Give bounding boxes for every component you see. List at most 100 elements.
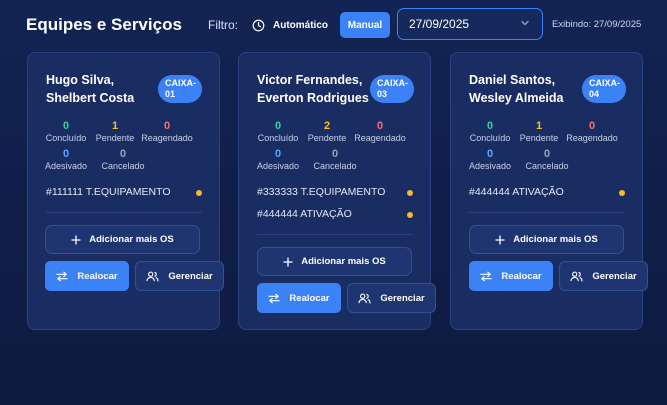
stat-value: 2 — [323, 120, 331, 132]
stat-value: 0 — [62, 148, 70, 160]
box-badge-number: 03 — [377, 89, 388, 99]
stat-value: 1 — [111, 120, 119, 132]
plus-icon — [283, 256, 293, 267]
stat-label: Concluído — [45, 133, 87, 143]
date-select[interactable]: 27/09/2025 — [397, 8, 543, 40]
stat-reagendado: 0 Reagendado — [561, 120, 623, 144]
box-badge-number: 04 — [589, 89, 600, 99]
stat-cancelado: 0 Cancelado — [522, 148, 572, 172]
add-order-label: Adicionar mais OS — [89, 234, 174, 245]
stat-label: Cancelado — [525, 161, 569, 171]
team-card: Daniel Santos, Wesley Almeida CAIXA- 04 … — [450, 52, 648, 330]
box-badge-prefix: CAIXA- — [165, 78, 196, 88]
stat-value: 0 — [62, 120, 70, 132]
reallocate-button[interactable]: Realocar — [257, 283, 341, 313]
pending-dot-icon — [407, 190, 413, 196]
team-card: Hugo Silva, Shelbert Costa CAIXA- 01 0 C… — [27, 52, 224, 330]
team-member-2: Wesley Almeida — [469, 91, 564, 105]
stat-label: Concluído — [257, 133, 299, 143]
stat-pendente: 2 Pendente — [302, 120, 352, 144]
team-members: Daniel Santos, Wesley Almeida — [469, 71, 564, 107]
add-order-label: Adicionar mais OS — [301, 256, 386, 267]
stat-label: Pendente — [307, 133, 347, 143]
swap-icon — [56, 271, 69, 282]
team-member-1: Victor Fernandes, — [257, 73, 363, 87]
stat-pendente: 1 Pendente — [514, 120, 564, 144]
stat-value: 0 — [486, 148, 494, 160]
add-order-label: Adicionar mais OS — [513, 234, 598, 245]
stat-label: Cancelado — [313, 161, 357, 171]
stat-value: 0 — [376, 120, 384, 132]
service-order[interactable]: #333333 T.EQUIPAMENTO — [257, 186, 385, 198]
reallocate-button[interactable]: Realocar — [469, 261, 553, 291]
users-icon — [146, 271, 159, 282]
manual-filter-button[interactable]: Manual — [340, 12, 390, 38]
clock-icon — [252, 19, 265, 32]
stat-value: 0 — [543, 148, 551, 160]
divider — [257, 234, 413, 235]
auto-filter-label: Automático — [273, 19, 328, 31]
stat-label: Pendente — [519, 133, 559, 143]
stat-label: Reagendado — [141, 133, 193, 143]
swap-icon — [480, 271, 493, 282]
add-order-button[interactable]: Adicionar mais OS — [45, 225, 200, 254]
add-order-button[interactable]: Adicionar mais OS — [257, 247, 412, 276]
box-badge: CAIXA- 01 — [158, 75, 202, 103]
stat-label: Concluído — [469, 133, 511, 143]
auto-filter-button[interactable]: Automático — [252, 13, 328, 37]
stat-value: 0 — [588, 120, 596, 132]
users-icon — [570, 271, 583, 282]
add-order-button[interactable]: Adicionar mais OS — [469, 225, 624, 254]
stat-label: Reagendado — [566, 133, 618, 143]
service-order[interactable]: #444444 ATIVAÇÃO — [257, 208, 352, 220]
showing-date: Exibindo: 27/09/2025 — [552, 19, 642, 30]
stat-cancelado: 0 Cancelado — [98, 148, 148, 172]
box-badge-prefix: CAIXA- — [377, 78, 408, 88]
manage-button[interactable]: Gerenciar — [135, 261, 224, 291]
divider — [46, 212, 202, 213]
service-order[interactable]: #111111 T.EQUIPAMENTO — [46, 186, 171, 198]
pending-dot-icon — [196, 190, 202, 196]
service-order[interactable]: #444444 ATIVAÇÃO — [469, 186, 564, 198]
team-members: Hugo Silva, Shelbert Costa — [46, 71, 134, 107]
team-member-1: Hugo Silva, — [46, 73, 115, 87]
stat-concluido: 0 Concluído — [252, 120, 304, 144]
stat-adesivado: 0 Adesivado — [253, 148, 303, 172]
box-badge: CAIXA- 03 — [370, 75, 414, 103]
stat-label: Cancelado — [101, 161, 145, 171]
manage-label: Gerenciar — [592, 270, 637, 282]
stat-pendente: 1 Pendente — [90, 120, 140, 144]
stat-adesivado: 0 Adesivado — [465, 148, 515, 172]
stat-cancelado: 0 Cancelado — [310, 148, 360, 172]
users-icon — [358, 293, 371, 304]
pending-dot-icon — [619, 190, 625, 196]
reallocate-label: Realocar — [77, 270, 118, 282]
stat-value: 1 — [535, 120, 543, 132]
stat-value: 0 — [486, 120, 494, 132]
box-badge-prefix: CAIXA- — [589, 78, 620, 88]
stat-reagendado: 0 Reagendado — [349, 120, 411, 144]
stat-label: Adesivado — [44, 161, 88, 171]
pending-dot-icon — [407, 212, 413, 218]
manage-label: Gerenciar — [168, 270, 213, 282]
top-bar: Equipes e Serviços Filtro: Automático Ma… — [0, 0, 667, 52]
manage-button[interactable]: Gerenciar — [559, 261, 648, 291]
stat-label: Pendente — [95, 133, 135, 143]
stat-concluido: 0 Concluído — [40, 120, 92, 144]
team-member-1: Daniel Santos, — [469, 73, 556, 87]
box-badge: CAIXA- 04 — [582, 75, 626, 103]
filter-label: Filtro: — [208, 18, 238, 32]
stat-adesivado: 0 Adesivado — [41, 148, 91, 172]
stat-value: 0 — [274, 148, 282, 160]
stat-value: 0 — [119, 148, 127, 160]
stat-label: Adesivado — [256, 161, 300, 171]
stat-value: 0 — [163, 120, 171, 132]
stat-value: 0 — [331, 148, 339, 160]
page-title: Equipes e Serviços — [26, 15, 182, 34]
manage-button[interactable]: Gerenciar — [347, 283, 436, 313]
team-members: Victor Fernandes, Everton Rodrigues — [257, 71, 369, 107]
stat-value: 0 — [274, 120, 282, 132]
reallocate-button[interactable]: Realocar — [45, 261, 129, 291]
manage-label: Gerenciar — [380, 292, 425, 304]
team-member-2: Everton Rodrigues — [257, 91, 369, 105]
